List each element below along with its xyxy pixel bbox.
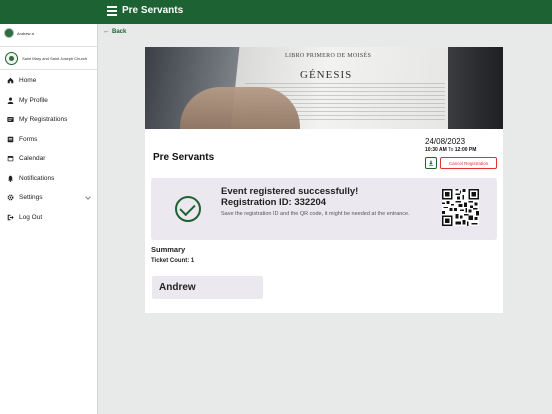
check-circle-icon [175, 196, 201, 222]
person-icon [7, 97, 14, 104]
event-date: 24/08/2023 [425, 137, 466, 146]
sidebar-item-label: My Profile [19, 96, 48, 104]
sidebar-item-notifications[interactable]: Notifications [0, 169, 97, 189]
sidebar-item-label: Home [19, 77, 37, 85]
registrations-icon [7, 116, 14, 123]
calendar-icon [7, 155, 14, 162]
cancel-registration-button[interactable]: Cancel Registration [440, 157, 497, 169]
sidebar-item-label: Calendar [19, 155, 46, 163]
download-button[interactable] [425, 157, 437, 169]
banner-text-line2: GÉNESIS [300, 69, 353, 81]
success-title: Event registered successfully! [221, 186, 359, 197]
event-banner-image: LIBRO PRIMERO DE MOISÉS GÉNESIS [145, 47, 503, 129]
sidebar-item-label: Notifications [19, 174, 55, 182]
form-icon [7, 136, 14, 143]
bell-icon [7, 175, 14, 182]
attendee-card: Andrew [152, 276, 263, 299]
sidebar-nav: Home My Profile My Registrations Forms C… [0, 71, 97, 227]
arrow-left-icon: ← [103, 28, 110, 35]
logout-icon [7, 214, 14, 221]
hamburger-menu-icon[interactable] [107, 6, 117, 16]
sidebar: Andrew a Saint Mary and Saint Joseph Chu… [0, 24, 98, 414]
ticket-count: Ticket Count: 1 [151, 258, 195, 264]
sidebar-item-log-out[interactable]: Log Out [0, 208, 97, 228]
qr-code [442, 189, 479, 226]
success-note: Save the registration ID and the QR code… [221, 211, 410, 217]
user-name: Andrew a [17, 30, 34, 36]
chevron-down-icon [85, 194, 91, 200]
church-name: Saint Mary and Saint Joseph Church [22, 55, 88, 61]
event-time: 10:30 AM To 12:00 PM [425, 147, 477, 153]
sidebar-item-my-profile[interactable]: My Profile [0, 91, 97, 111]
church-selector[interactable]: Saint Mary and Saint Joseph Church [0, 46, 97, 70]
sidebar-item-home[interactable]: Home [0, 71, 97, 91]
summary-heading: Summary [151, 245, 186, 254]
sidebar-item-label: Log Out [19, 213, 43, 221]
registration-id: Registration ID: 332204 [221, 197, 327, 208]
avatar [4, 28, 14, 38]
back-label: Back [112, 28, 127, 35]
sidebar-item-calendar[interactable]: Calendar [0, 149, 97, 169]
banner-text-line1: LIBRO PRIMERO DE MOISÉS [285, 53, 372, 59]
church-logo-icon [5, 51, 18, 65]
gear-icon [7, 194, 14, 201]
download-icon [428, 160, 434, 166]
sidebar-item-label: Settings [19, 194, 43, 202]
sidebar-item-settings[interactable]: Settings [0, 188, 97, 208]
success-panel: Event registered successfully! Registrat… [151, 178, 497, 240]
user-profile[interactable]: Andrew a [4, 28, 34, 38]
event-card: LIBRO PRIMERO DE MOISÉS GÉNESIS Pre Serv… [145, 47, 503, 313]
sidebar-item-forms[interactable]: Forms [0, 130, 97, 150]
sidebar-item-label: My Registrations [19, 116, 68, 124]
sidebar-item-label: Forms [19, 135, 38, 143]
home-icon [7, 77, 14, 84]
page-title: Pre Servants [122, 5, 184, 16]
app-header: Pre Servants [0, 0, 552, 24]
sidebar-item-my-registrations[interactable]: My Registrations [0, 110, 97, 130]
back-button[interactable]: ← Back [103, 28, 126, 35]
event-title: Pre Servants [153, 152, 215, 163]
